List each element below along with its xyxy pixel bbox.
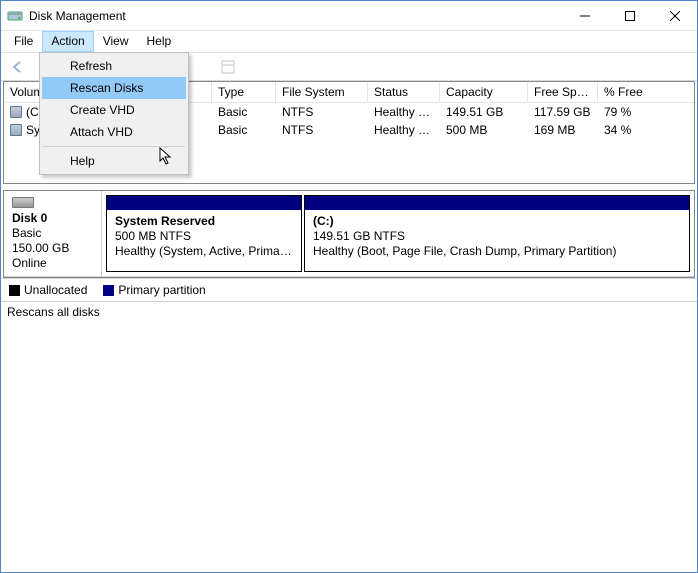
legend-unallocated: Unallocated: [9, 283, 87, 297]
legend-primary: Primary partition: [103, 283, 205, 297]
status-bar: Rescans all disks: [1, 301, 697, 322]
window-title: Disk Management: [29, 9, 562, 23]
title-bar: Disk Management: [1, 1, 697, 31]
cell-capacity: 500 MB: [440, 121, 528, 139]
action-dropdown: Refresh Rescan Disks Create VHD Attach V…: [39, 52, 189, 175]
volume-icon: [10, 124, 22, 136]
col-free-space[interactable]: Free Spa...: [528, 82, 598, 102]
cell-free: 117.59 GB: [528, 103, 598, 121]
partition-stripe: [107, 196, 301, 210]
partition-c[interactable]: (C:) 149.51 GB NTFS Healthy (Boot, Page …: [304, 195, 690, 272]
window-controls: [562, 1, 697, 30]
volume-icon: [10, 106, 22, 118]
partition-detail: Healthy (System, Active, Primary Pa: [115, 244, 301, 258]
cell-pctfree: 34 %: [598, 121, 694, 139]
col-type[interactable]: Type: [212, 82, 276, 102]
cell-free: 169 MB: [528, 121, 598, 139]
col-status[interactable]: Status: [368, 82, 440, 102]
disk-state: Online: [12, 256, 93, 270]
partition-container: System Reserved 500 MB NTFS Healthy (Sys…: [102, 191, 694, 276]
legend-swatch-primary: [103, 285, 114, 296]
disk-name: Disk 0: [12, 211, 93, 225]
legend-swatch-unallocated: [9, 285, 20, 296]
cell-status: Healthy (B...: [368, 103, 440, 121]
toolbar-button[interactable]: [216, 55, 240, 79]
close-button[interactable]: [652, 1, 697, 30]
partition-title: (C:): [313, 214, 334, 228]
menu-view[interactable]: View: [94, 31, 138, 52]
col-capacity[interactable]: Capacity: [440, 82, 528, 102]
partition-detail: Healthy (Boot, Page File, Crash Dump, Pr…: [313, 244, 616, 258]
menu-rescan-disks[interactable]: Rescan Disks: [42, 77, 186, 99]
menu-bar: File Action View Help Refresh Rescan Dis…: [1, 31, 697, 53]
cell-fs: NTFS: [276, 103, 368, 121]
menu-separator: [43, 146, 185, 147]
menu-action[interactable]: Action: [42, 31, 93, 52]
cell-type: Basic: [212, 121, 276, 139]
partition-system-reserved[interactable]: System Reserved 500 MB NTFS Healthy (Sys…: [106, 195, 302, 272]
cell-status: Healthy (S...: [368, 121, 440, 139]
partition-sub: 500 MB NTFS: [115, 229, 191, 243]
disk-type: Basic: [12, 226, 93, 240]
disk-row[interactable]: Disk 0 Basic 150.00 GB Online System Res…: [4, 191, 694, 277]
cell-type: Basic: [212, 103, 276, 121]
partition-stripe: [305, 196, 689, 210]
menu-help-item[interactable]: Help: [42, 150, 186, 172]
menu-attach-vhd[interactable]: Attach VHD: [42, 121, 186, 143]
col-pct-free[interactable]: % Free: [598, 82, 694, 102]
menu-file[interactable]: File: [5, 31, 42, 52]
menu-help[interactable]: Help: [138, 31, 181, 52]
maximize-button[interactable]: [607, 1, 652, 30]
col-filesystem[interactable]: File System: [276, 82, 368, 102]
partition-title: System Reserved: [115, 214, 215, 228]
menu-refresh[interactable]: Refresh: [42, 55, 186, 77]
disk-map: Disk 0 Basic 150.00 GB Online System Res…: [3, 190, 695, 278]
menu-create-vhd[interactable]: Create VHD: [42, 99, 186, 121]
disk-size: 150.00 GB: [12, 241, 93, 255]
cell-fs: NTFS: [276, 121, 368, 139]
partition-sub: 149.51 GB NTFS: [313, 229, 405, 243]
back-button[interactable]: [5, 55, 29, 79]
app-icon: [7, 8, 23, 24]
cell-pctfree: 79 %: [598, 103, 694, 121]
cell-capacity: 149.51 GB: [440, 103, 528, 121]
disk-icon: [12, 197, 34, 208]
minimize-button[interactable]: [562, 1, 607, 30]
legend: Unallocated Primary partition: [1, 278, 697, 301]
disk-info: Disk 0 Basic 150.00 GB Online: [4, 191, 102, 276]
